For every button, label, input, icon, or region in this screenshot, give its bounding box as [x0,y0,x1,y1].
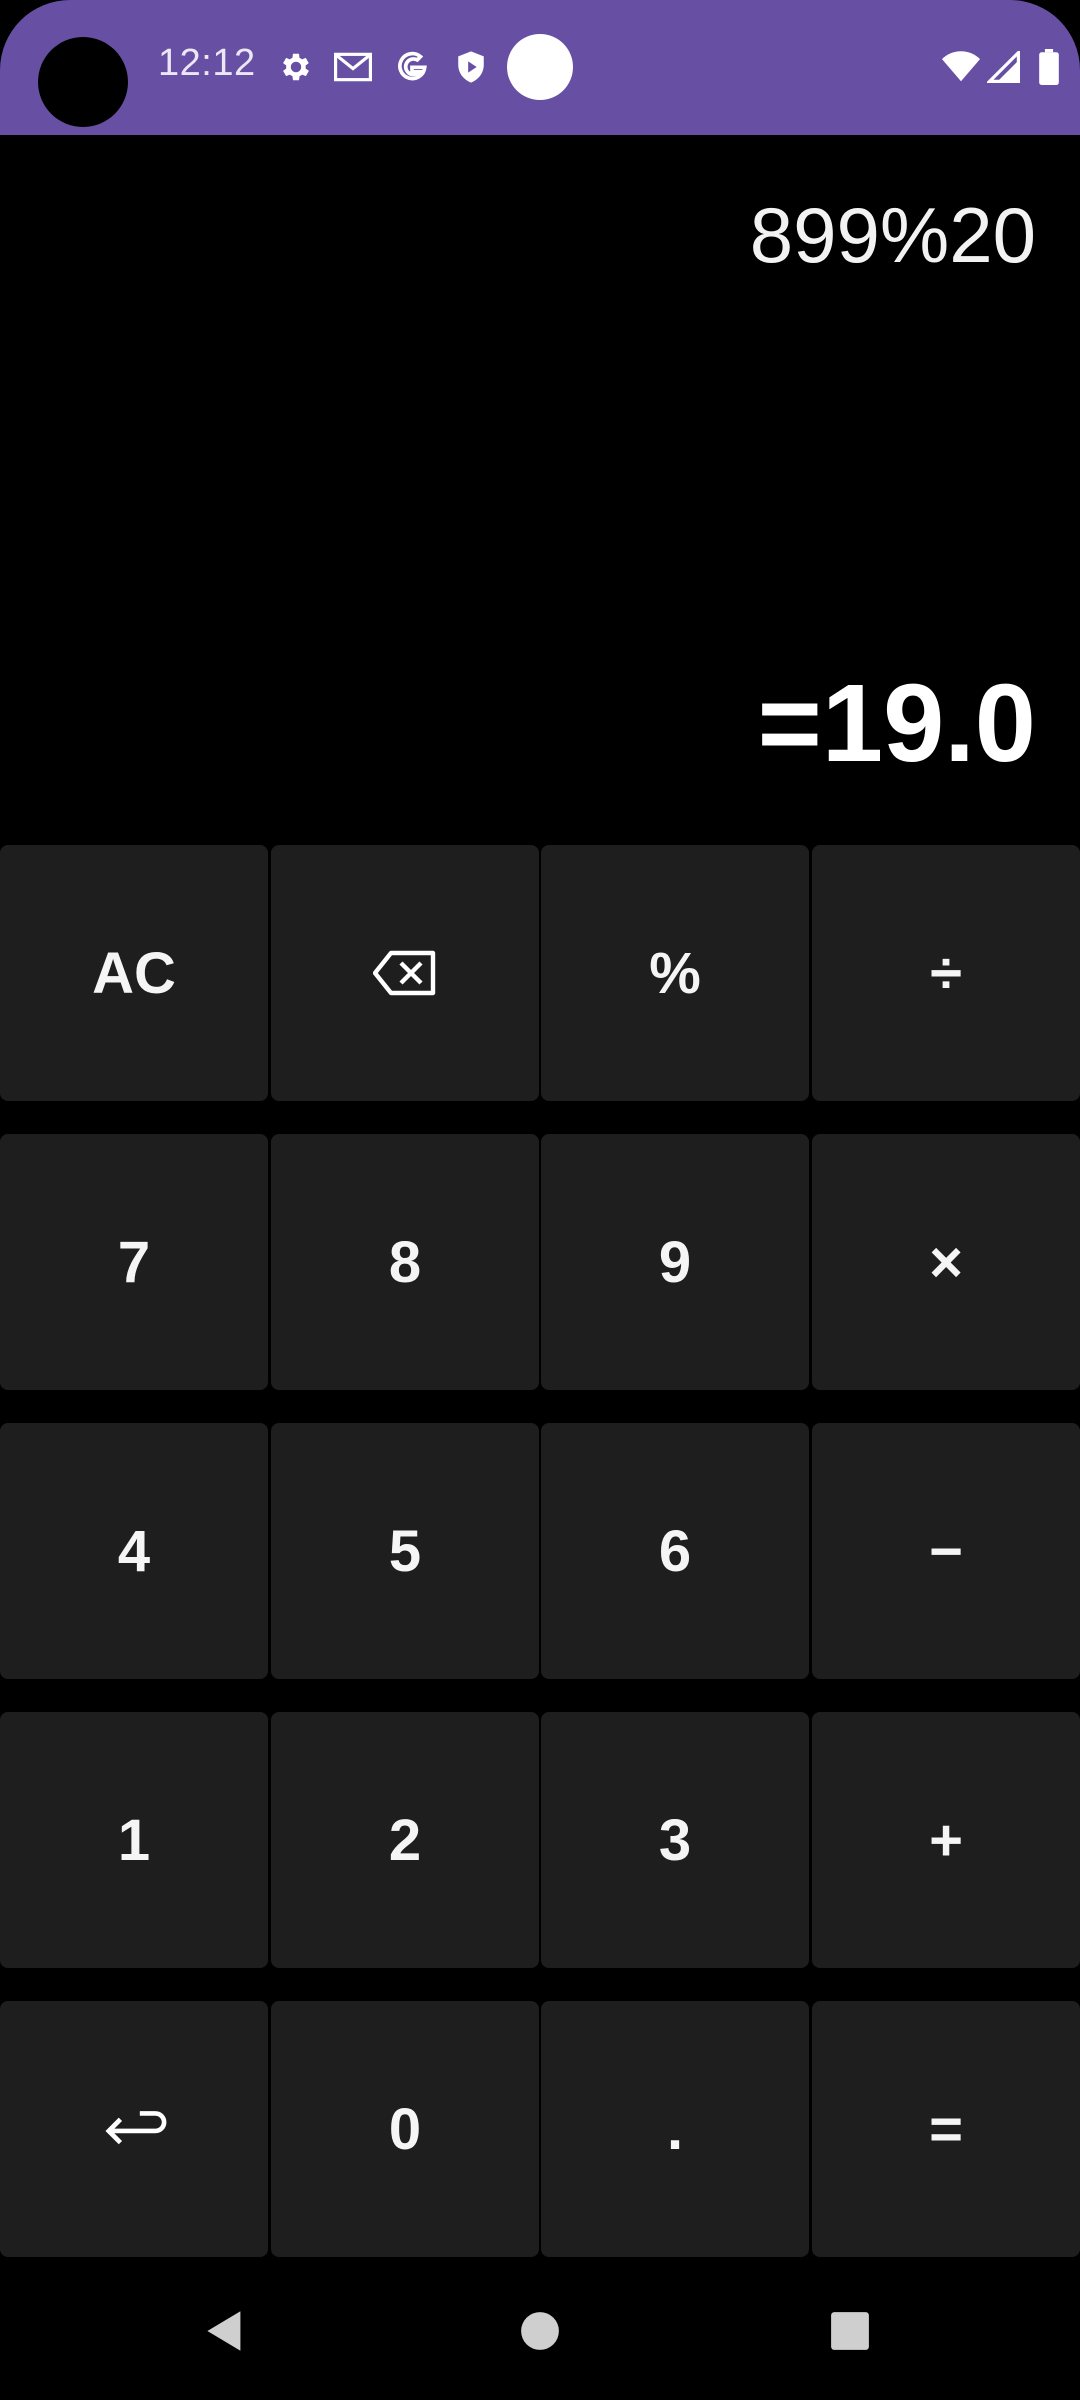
clear-button[interactable]: AC [0,845,268,1101]
divide-button[interactable]: ÷ [812,845,1080,1101]
return-button[interactable] [0,2001,268,2257]
digit-4-button[interactable]: 4 [0,1423,268,1679]
status-dot [507,34,573,100]
shield-icon [452,48,490,86]
digit-9-button[interactable]: 9 [541,1134,809,1390]
digit-5-button[interactable]: 5 [271,1423,539,1679]
gmail-icon [334,48,372,86]
equals-button[interactable]: = [812,2001,1080,2257]
calculator-display: 899%20 =19.0 [0,135,1080,845]
home-button[interactable] [480,2262,600,2400]
back-icon [207,2311,241,2351]
decimal-button[interactable]: . [541,2001,809,2257]
digit-8-button[interactable]: 8 [271,1134,539,1390]
google-icon [393,48,431,86]
backspace-icon [373,950,436,996]
multiply-button[interactable]: × [812,1134,1080,1390]
battery-icon [1030,48,1068,86]
settings-icon [277,48,315,86]
status-time: 12:12 [158,42,256,84]
return-icon [105,2111,167,2145]
add-button[interactable]: + [812,1712,1080,1968]
result-text: =19.0 [757,662,1036,785]
percent-button[interactable]: % [541,845,809,1101]
subtract-button[interactable]: − [812,1423,1080,1679]
wifi-icon [942,48,980,86]
backspace-button[interactable] [271,845,539,1101]
back-button[interactable] [165,2262,285,2400]
digit-6-button[interactable]: 6 [541,1423,809,1679]
recents-icon [831,2312,869,2350]
home-icon [521,2312,559,2350]
signal-icon [985,48,1023,86]
digit-2-button[interactable]: 2 [271,1712,539,1968]
digit-1-button[interactable]: 1 [0,1712,268,1968]
expression-text: 899%20 [749,191,1036,279]
status-bar: 12:12 [0,0,1080,135]
navigation-bar [0,2262,1080,2400]
front-camera [38,37,128,127]
digit-3-button[interactable]: 3 [541,1712,809,1968]
digit-0-button[interactable]: 0 [271,2001,539,2257]
recents-button[interactable] [790,2262,910,2400]
digit-7-button[interactable]: 7 [0,1134,268,1390]
